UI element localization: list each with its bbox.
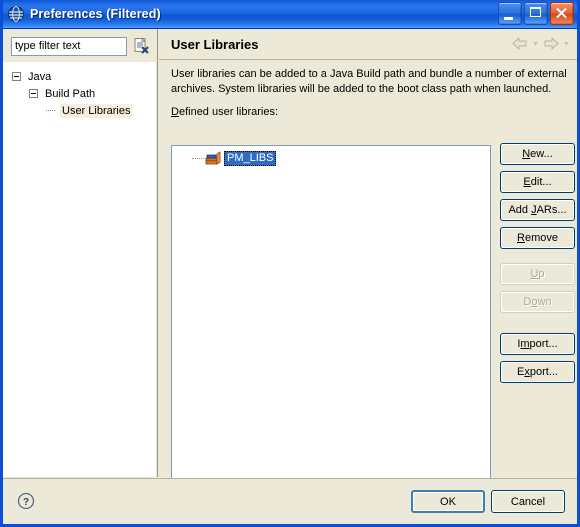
user-libraries-pane: User Libraries User libraries can be add… — [159, 29, 577, 499]
import-button[interactable]: Import... — [500, 333, 575, 355]
tree-item-user-libraries[interactable]: User Libraries — [3, 102, 156, 119]
svg-text:?: ? — [23, 497, 29, 508]
collapse-toggle-icon[interactable] — [29, 89, 38, 98]
collapse-toggle-icon[interactable] — [12, 72, 21, 81]
maximize-button[interactable] — [524, 2, 548, 25]
tree-item-label: Java — [28, 70, 52, 83]
dialog-body: Java Build Path User Libraries User Libr… — [3, 29, 577, 499]
new-button[interactable]: New... — [500, 143, 575, 165]
list-item[interactable]: PM_LIBS — [172, 150, 490, 166]
page-title: User Libraries — [171, 36, 259, 52]
search-input[interactable] — [11, 36, 127, 56]
list-tree-line-icon — [192, 152, 204, 164]
window-controls — [498, 2, 574, 25]
library-actions: New... Edit... Add JARs... Remove Up Dow… — [500, 143, 576, 389]
tree-item-java[interactable]: Java — [3, 68, 156, 85]
title-bar: Preferences (Filtered) — [3, 0, 577, 29]
clear-filter-icon[interactable] — [132, 37, 150, 55]
preferences-tree-pane: Java Build Path User Libraries — [3, 29, 158, 477]
filter-row — [11, 35, 151, 57]
dialog-footer: ? OK Cancel — [3, 478, 577, 524]
library-books-icon — [205, 151, 221, 165]
tree-item-build-path[interactable]: Build Path — [3, 85, 156, 102]
tree-item-label: Build Path — [45, 87, 96, 100]
pane-description: User libraries can be added to a Java Bu… — [171, 68, 567, 95]
eclipse-globe-icon — [8, 6, 24, 22]
back-arrow-icon[interactable] — [511, 35, 529, 52]
help-question-icon[interactable]: ? — [17, 492, 35, 510]
add-jars-button[interactable]: Add JARs... — [500, 199, 575, 221]
pane-header: User Libraries — [159, 29, 577, 60]
forward-arrow-icon[interactable] — [542, 35, 560, 52]
navigation-arrows — [511, 35, 571, 52]
edit-button[interactable]: Edit... — [500, 171, 575, 193]
forward-dropdown-icon[interactable] — [562, 35, 571, 52]
preferences-tree[interactable]: Java Build Path User Libraries — [3, 62, 156, 477]
footer-buttons: OK Cancel — [411, 490, 565, 513]
up-button[interactable]: Up — [500, 263, 575, 285]
export-button[interactable]: Export... — [500, 361, 575, 383]
tree-item-label: User Libraries — [60, 103, 133, 118]
preferences-dialog: Preferences (Filtered) Jav — [0, 0, 580, 527]
tree-leaf-icon — [46, 106, 55, 115]
library-list[interactable]: PM_LIBS — [171, 145, 491, 499]
ok-button[interactable]: OK — [411, 490, 485, 513]
defined-libraries-label: Defined user libraries: — [171, 106, 279, 118]
remove-button[interactable]: Remove — [500, 227, 575, 249]
back-dropdown-icon[interactable] — [531, 35, 540, 52]
list-item-label: PM_LIBS — [224, 150, 277, 166]
down-button[interactable]: Down — [500, 291, 575, 313]
close-button[interactable] — [550, 2, 574, 25]
minimize-button[interactable] — [498, 2, 522, 25]
window-title: Preferences (Filtered) — [30, 7, 161, 21]
cancel-button[interactable]: Cancel — [491, 490, 565, 513]
